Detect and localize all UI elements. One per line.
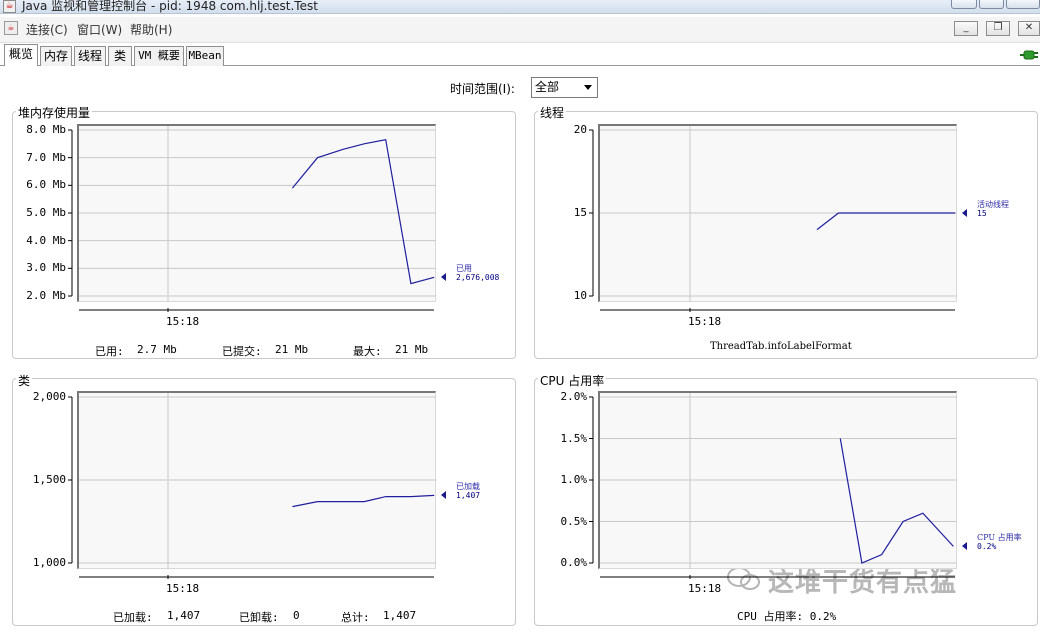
heap-y-tick-label: 6.0 Mb	[26, 178, 66, 192]
heap-memory-title: 堆内存使用量	[16, 104, 93, 121]
tab-bar: 概览 内存 线程 类 VM 概要 MBean	[0, 44, 1040, 66]
classes-x-tick-label: 15:18	[166, 582, 200, 595]
window-close-button[interactable]	[1006, 0, 1040, 9]
cpu-y-tick-label: 1.0%	[560, 473, 588, 486]
menu-connection[interactable]: 连接(C)	[26, 21, 68, 38]
cpu-title: CPU 占用率	[538, 372, 607, 389]
classes-legend-arrow-icon	[441, 491, 446, 500]
tab-memory[interactable]: 内存	[40, 46, 72, 66]
cpu-legend-arrow-icon	[962, 542, 967, 551]
window-title: Java 监视和管理控制台 - pid: 1948 com.hlj.test.T…	[22, 0, 318, 13]
menu-help[interactable]: 帮助(H)	[130, 21, 172, 38]
heap-max-label: 最大:	[353, 345, 382, 358]
heap-y-tick-label: 3.0 Mb	[26, 261, 66, 275]
window-minimize-button[interactable]	[951, 0, 977, 9]
classes-total-value: 1,407	[383, 609, 417, 622]
jconsole-window: ☕ Java 监视和管理控制台 - pid: 1948 com.hlj.test…	[0, 0, 1040, 634]
wechat-icon	[727, 567, 760, 590]
classes-y-tick-label: 2,000	[32, 390, 66, 403]
heap-x-tick-label: 15:18	[166, 315, 200, 328]
heap-y-tick-label: 2.0 Mb	[26, 289, 66, 302]
menu-window[interactable]: 窗口(W)	[77, 21, 122, 38]
threads-legend-arrow-icon	[962, 209, 967, 217]
heap-y-tick-label: 7.0 Mb	[26, 150, 66, 164]
cpu-y-tick-label: 0.0%	[560, 556, 588, 569]
threads-y-tick-label: 10	[573, 289, 587, 302]
menu-bar: ☕ 连接(C) 窗口(W) 帮助(H) _ ❐ ✕	[0, 17, 1040, 43]
tab-mbean[interactable]: MBean	[186, 46, 224, 66]
threads-x-tick-label: 15:18	[688, 315, 722, 328]
classes-title: 类	[16, 372, 33, 389]
heap-max-value: 21 Mb	[395, 343, 429, 356]
classes-unloaded-label: 已卸载:	[239, 611, 279, 624]
tab-threads[interactable]: 线程	[74, 46, 106, 66]
heap-legend-value: 2,676,008	[456, 273, 500, 283]
heap-y-tick-label: 4.0 Mb	[26, 233, 66, 247]
classes-loaded-label: 已加载:	[113, 611, 153, 624]
heap-y-tick-label: 5.0 Mb	[26, 206, 66, 219]
heap-y-tick-label: 8.0 Mb	[26, 123, 66, 136]
cpu-legend-value: 0.2%	[977, 542, 997, 552]
cpu-x-tick-label: 15:18	[688, 582, 722, 595]
heap-committed-label: 已提交:	[222, 345, 262, 358]
classes-plot-area	[77, 391, 436, 569]
classes-y-tick-label: 1,500	[32, 473, 66, 486]
classes-y-tick-label: 1,000	[32, 556, 66, 569]
heap-plot-area	[77, 124, 436, 302]
threads-title: 线程	[538, 104, 567, 121]
cpu-y-tick-label: 0.5%	[560, 514, 588, 528]
title-bar: ☕ Java 监视和管理控制台 - pid: 1948 com.hlj.test…	[0, 0, 1040, 14]
classes-unloaded-value: 0	[293, 609, 300, 622]
time-range-label: 时间范围(I):	[450, 82, 515, 96]
threads-legend-value: 15	[977, 209, 987, 218]
threads-y-tick-label: 20	[573, 123, 587, 136]
window-maximize-button[interactable]	[979, 0, 1004, 9]
cpu-plot-area	[598, 391, 957, 569]
inner-restore-button[interactable]: ❐	[986, 21, 1010, 36]
heap-legend-arrow-icon	[441, 273, 446, 282]
heap-used-value: 2.7 Mb	[137, 343, 177, 356]
java-cup-icon: ☕	[3, 0, 16, 13]
tab-vm-summary[interactable]: VM 概要	[134, 46, 184, 66]
classes-total-label: 总计:	[341, 611, 370, 624]
threads-footer: ThreadTab.infoLabelFormat	[710, 341, 852, 352]
heap-used-label: 已用:	[95, 345, 124, 358]
classes-legend-value: 1,407	[456, 491, 481, 501]
time-range-value: 全部	[535, 80, 560, 94]
threads-plot-area	[598, 124, 957, 302]
classes-loaded-value: 1,407	[167, 609, 201, 622]
inner-minimize-button[interactable]: _	[954, 21, 978, 36]
tab-overview[interactable]: 概览	[4, 44, 38, 66]
connection-plug-icon	[1020, 50, 1038, 60]
time-range-select[interactable]: 全部	[531, 77, 598, 98]
chevron-down-icon	[584, 85, 592, 90]
cpu-y-tick-label: 2.0%	[560, 390, 588, 403]
cpu-y-tick-label: 1.5%	[560, 431, 588, 445]
tab-classes[interactable]: 类	[108, 46, 132, 66]
threads-y-tick-label: 15	[573, 206, 587, 219]
inner-close-button[interactable]: ✕	[1018, 21, 1040, 36]
heap-committed-value: 21 Mb	[275, 343, 309, 356]
cpu-footer: CPU 占用率: 0.2%	[737, 610, 837, 623]
java-cup-icon: ☕	[4, 21, 18, 35]
